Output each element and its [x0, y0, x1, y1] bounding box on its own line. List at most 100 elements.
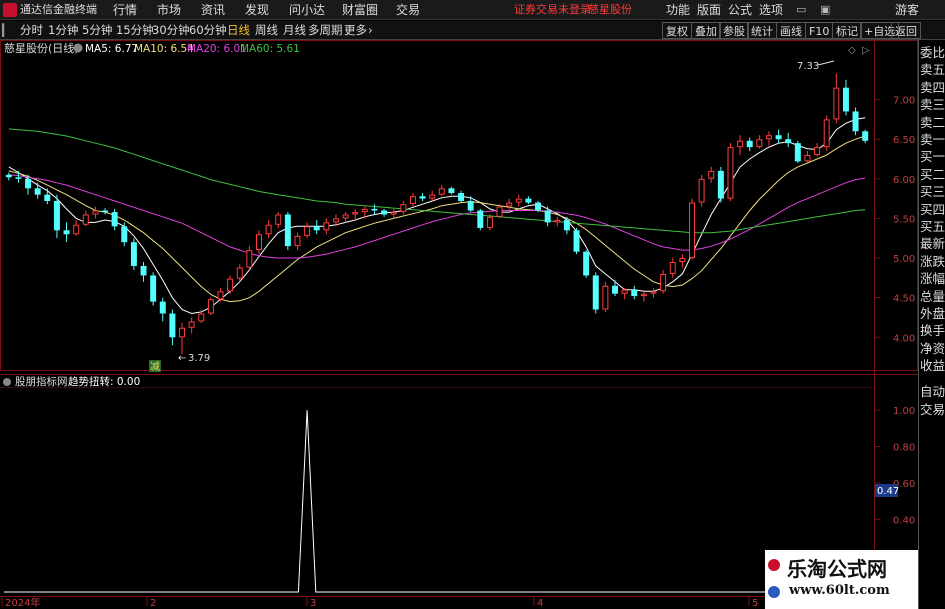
- tab-60min[interactable]: 60分钟: [189, 21, 227, 40]
- candle-body-up: [814, 147, 821, 156]
- candle-body-down: [717, 170, 724, 199]
- candle-body-up: [823, 119, 830, 148]
- candle-body-down: [419, 196, 426, 199]
- menu-gongshi[interactable]: 公式: [728, 0, 752, 20]
- btn-biaoji[interactable]: 标记: [832, 22, 862, 39]
- ma20-legend: MA20: 6.01: [187, 43, 247, 55]
- minimize-small-icon[interactable]: ▭: [796, 0, 806, 20]
- menu-banmian[interactable]: 版面: [697, 0, 721, 20]
- cursor-value: 0.47: [877, 486, 899, 497]
- quote-side-panel: 委比 卖五 卖四 卖三 卖二 卖一 买一 买二 买三 买四 买五 最新 涨跌 涨幅 总量 外盘 换手 净资 收益自动…: [918, 40, 945, 609]
- menu-caifuquan[interactable]: 财富圈: [342, 0, 378, 20]
- menu-jiaoyi[interactable]: 交易: [396, 0, 420, 20]
- tab-15min[interactable]: 15分钟: [116, 21, 154, 40]
- price-tick-label: 7.00: [893, 96, 915, 107]
- quote-label[interactable]: 总量: [920, 288, 945, 306]
- btn-huaxian[interactable]: 画线: [776, 22, 806, 39]
- guest-label[interactable]: 游客: [895, 0, 919, 20]
- indicator-settings-icon[interactable]: [3, 378, 11, 386]
- quote-label[interactable]: 净资: [920, 340, 945, 358]
- menu-wenxiaoda[interactable]: 问小达: [289, 0, 325, 20]
- high-price-label: 7.33: [797, 61, 819, 72]
- tab-5min[interactable]: 5分钟: [82, 21, 112, 40]
- app-logo-icon: [3, 3, 17, 17]
- quote-label[interactable]: 换手: [920, 322, 945, 340]
- candle-body-up: [737, 140, 744, 148]
- menu-shichang[interactable]: 市场: [157, 0, 181, 20]
- quote-label[interactable]: 买二: [920, 166, 945, 184]
- btn-cangu[interactable]: 参股: [719, 22, 749, 39]
- btn-fuquan[interactable]: 复权: [662, 22, 692, 39]
- menu-hangqing[interactable]: 行情: [113, 0, 137, 20]
- chart-area[interactable]: 7.006.506.005.505.004.504.00 1.000.800.6…: [0, 40, 918, 609]
- tab-fenshi[interactable]: 分时: [20, 21, 43, 40]
- play-triangle-icon[interactable]: ▷: [862, 45, 870, 56]
- more-chevron-icon[interactable]: ›: [368, 21, 373, 40]
- quote-label[interactable]: 买四: [920, 201, 945, 219]
- settings-dot-icon[interactable]: [73, 43, 83, 53]
- auto-trade-label[interactable]: 自动: [920, 383, 945, 401]
- restore-small-icon[interactable]: ▣: [820, 0, 830, 20]
- indicator-line: [4, 410, 765, 593]
- tab-30min[interactable]: 30分钟: [152, 21, 190, 40]
- quote-label[interactable]: 涨幅: [920, 270, 945, 288]
- tab-daily[interactable]: 日线: [227, 21, 250, 40]
- quote-label[interactable]: 最新: [920, 235, 945, 253]
- quote-label[interactable]: 买一: [920, 148, 945, 166]
- candle-body-up: [621, 289, 628, 294]
- auto-trade-label[interactable]: 交易: [920, 401, 945, 419]
- candle-body-down: [150, 275, 157, 302]
- quote-label[interactable]: 涨跌: [920, 253, 945, 271]
- candle-body-up: [429, 194, 436, 199]
- ma20-line: [8, 174, 866, 259]
- quote-label[interactable]: 卖五: [920, 61, 945, 79]
- quote-label[interactable]: 卖二: [920, 114, 945, 132]
- candle-body-up: [304, 226, 311, 236]
- quote-label[interactable]: 买五: [920, 218, 945, 236]
- candle-body-up: [73, 224, 80, 235]
- tab-monthly[interactable]: 月线: [283, 21, 306, 40]
- candle-body-down: [284, 214, 291, 247]
- candle-body-down: [371, 208, 378, 211]
- menu-gongneng[interactable]: 功能: [666, 0, 690, 20]
- candle-body-down: [612, 285, 618, 294]
- btn-fanhui[interactable]: 返回: [891, 22, 921, 39]
- quote-label[interactable]: 委比: [920, 44, 945, 62]
- ma5-legend: MA5: 6.77: [85, 43, 138, 55]
- btn-diejia[interactable]: 叠加: [691, 22, 721, 39]
- price-tick-label: 5.50: [893, 214, 915, 225]
- btn-tongji[interactable]: 统计: [747, 22, 777, 39]
- menu-zixun[interactable]: 资讯: [201, 0, 225, 20]
- quote-label[interactable]: 卖四: [920, 79, 945, 97]
- quote-label[interactable]: 卖一: [920, 131, 945, 149]
- candle-body-up: [217, 291, 224, 300]
- candle-body-up: [438, 188, 445, 195]
- quote-label[interactable]: 收益: [920, 357, 945, 375]
- candle-body-down: [448, 188, 455, 194]
- candle-body-down: [592, 275, 599, 310]
- high-arrow-line: [817, 60, 835, 66]
- candle-body-down: [862, 131, 869, 141]
- tab-more[interactable]: 更多: [344, 21, 367, 40]
- tab-weekly[interactable]: 周线: [255, 21, 278, 40]
- quote-label[interactable]: 外盘: [920, 305, 945, 323]
- btn-f10[interactable]: F10: [805, 22, 834, 39]
- date-tick-label: 2024年: [5, 596, 40, 609]
- candle-body-down: [159, 301, 166, 314]
- tab-1min[interactable]: 1分钟: [48, 21, 78, 40]
- tab-multi-period[interactable]: 多周期: [308, 21, 343, 40]
- menu-faxian[interactable]: 发现: [245, 0, 269, 20]
- menu-xuanxiang[interactable]: 选项: [759, 0, 783, 20]
- quote-label[interactable]: 买三: [920, 183, 945, 201]
- candle-body-up: [207, 299, 214, 314]
- quote-label[interactable]: 卖三: [920, 96, 945, 114]
- candle-body-up: [179, 327, 185, 338]
- indicator-name[interactable]: 股朋指标网: [15, 375, 68, 388]
- login-warning[interactable]: 证券交易未登录: [514, 0, 591, 20]
- candle-body-up: [765, 135, 772, 140]
- candle-body-down: [477, 210, 484, 228]
- trend-reversal-line: [4, 410, 765, 593]
- date-tick-label: 3: [310, 598, 316, 609]
- ma5-line: [8, 117, 866, 315]
- diamond-icon[interactable]: ◇: [848, 45, 856, 56]
